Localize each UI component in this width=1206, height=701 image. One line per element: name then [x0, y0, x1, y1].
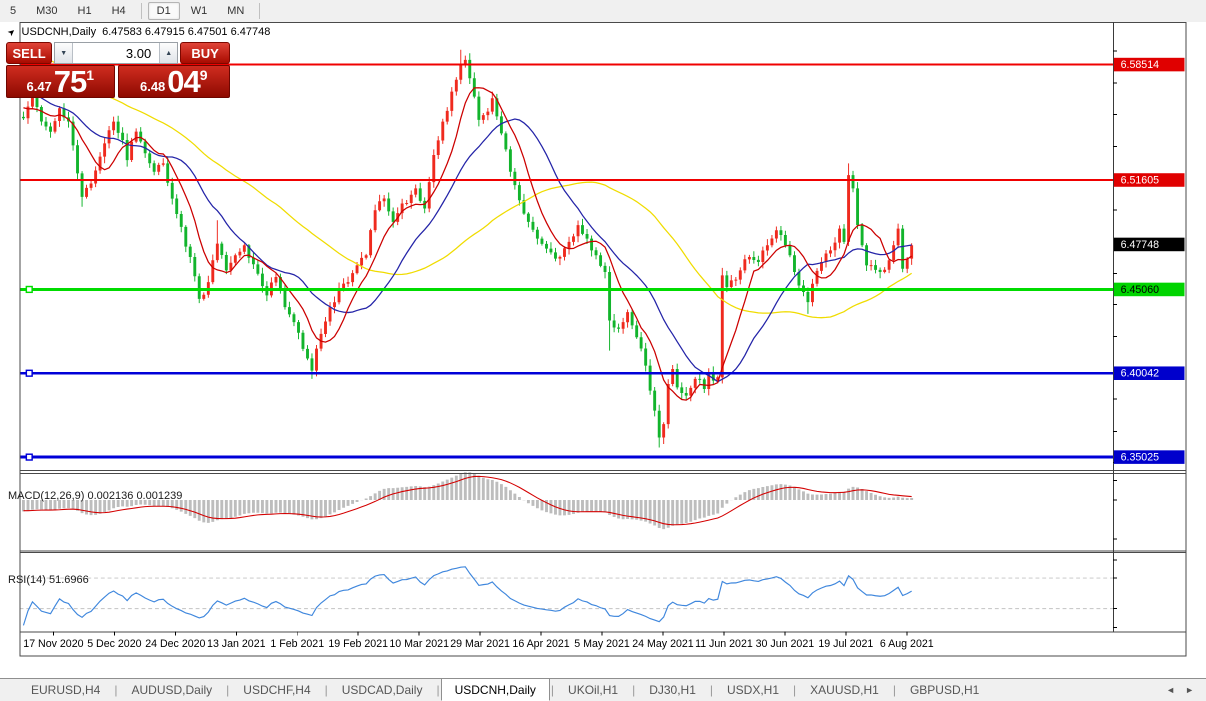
sell-price-prefix: 6.47	[26, 79, 51, 94]
buy-price-button[interactable]: 6.48 04 9	[118, 65, 230, 98]
spinner-up-icon: ▲	[165, 50, 172, 57]
date-label: 19 Jul 2021	[818, 638, 873, 650]
volume-increase-button[interactable]: ▲	[159, 43, 177, 63]
date-label: 6 Aug 2021	[880, 638, 934, 650]
date-label: 5 Dec 2020	[87, 638, 141, 650]
date-label: 11 Jun 2021	[695, 638, 753, 650]
buy-price-prefix: 6.48	[140, 79, 165, 94]
sell-price-sup: 1	[86, 67, 94, 83]
tabs-scroll-left-icon[interactable]: ◄	[1166, 685, 1175, 695]
volume-input[interactable]: 3.00	[73, 43, 159, 63]
toolbar-separator	[141, 3, 142, 19]
svg-text:6.58514: 6.58514	[1121, 59, 1159, 71]
mt4-terminal: { "toolbar": { "periods": [ {"label":"5"…	[0, 0, 1206, 700]
toolbar-separator	[259, 3, 260, 19]
sell-price-big: 75	[54, 67, 86, 97]
timeframe-button-D1[interactable]: D1	[148, 2, 180, 20]
date-label: 24 May 2021	[632, 638, 694, 650]
svg-text:6.45060: 6.45060	[1121, 284, 1159, 296]
buy-button[interactable]: BUY	[180, 42, 230, 64]
date-label: 17 Nov 2020	[23, 638, 83, 650]
timeframe-button-H4[interactable]: H4	[103, 2, 135, 20]
level-price-badge: 6.51605	[1114, 173, 1185, 187]
volume-stepper: ▼ 3.00 ▲	[54, 42, 178, 64]
chart-tab-EURUSD-H4[interactable]: EURUSD,H4	[18, 680, 113, 700]
sell-button[interactable]: SELL	[6, 42, 52, 64]
svg-text:6.40042: 6.40042	[1121, 368, 1159, 380]
chart-tab-USDX-H1[interactable]: USDX,H1	[714, 680, 792, 700]
svg-text:6.35025: 6.35025	[1121, 451, 1159, 463]
svg-text:6.47748: 6.47748	[1121, 239, 1159, 251]
date-label: 13 Jan 2021	[207, 638, 266, 650]
chart-tab-GBPUSD-H1[interactable]: GBPUSD,H1	[897, 680, 992, 700]
chart-tab-USDCHF-H4[interactable]: USDCHF,H4	[230, 680, 323, 700]
date-label: 10 Mar 2021	[389, 638, 449, 650]
svg-text:6.51605: 6.51605	[1121, 174, 1159, 186]
level-price-badge: 6.35025	[1114, 450, 1185, 464]
level-price-badge: 6.40042	[1114, 366, 1185, 380]
date-label: 1 Feb 2021	[270, 638, 324, 650]
volume-decrease-button[interactable]: ▼	[55, 43, 73, 63]
chart-tab-UKOil-H1[interactable]: UKOil,H1	[555, 680, 631, 700]
date-label: 24 Dec 2020	[145, 638, 205, 650]
price-chart[interactable]: 6.593356.574106.555406.536156.498206.460…	[0, 22, 1206, 678]
tab-scroll-buttons: ◄ ►	[1166, 685, 1206, 695]
timeframe-button-M30[interactable]: M30	[27, 2, 66, 20]
level-line-handle	[26, 287, 32, 293]
chart-tab-AUDUSD-Daily[interactable]: AUDUSD,Daily	[118, 680, 225, 700]
date-label: 19 Feb 2021	[328, 638, 388, 650]
sell-price-button[interactable]: 6.47 75 1	[6, 65, 115, 98]
buy-price-sup: 9	[200, 67, 208, 83]
timeframe-button-W1[interactable]: W1	[182, 2, 217, 20]
date-label: 30 Jun 2021	[756, 638, 815, 650]
timeframe-button-5[interactable]: 5	[1, 2, 25, 20]
date-label: 29 Mar 2021	[450, 638, 510, 650]
buy-price-big: 04	[167, 67, 199, 97]
spinner-down-icon: ▼	[60, 50, 67, 57]
chart-tab-USDCNH-Daily[interactable]: USDCNH,Daily	[441, 678, 550, 701]
chart-tab-DJ30-H1[interactable]: DJ30,H1	[636, 680, 709, 700]
date-label: 16 Apr 2021	[512, 638, 569, 650]
timeframe-button-H1[interactable]: H1	[69, 2, 101, 20]
level-line-handle	[26, 454, 32, 460]
chart-tab-USDCAD-Daily[interactable]: USDCAD,Daily	[329, 680, 436, 700]
timeframe-toolbar: 5M30H1H4 D1W1MN	[0, 0, 1206, 23]
chart-tabbar: EURUSD,H4|AUDUSD,Daily|USDCHF,H4|USDCAD,…	[0, 678, 1206, 701]
current-price-badge: 6.47748	[1114, 238, 1185, 252]
level-price-badge: 6.58514	[1114, 58, 1185, 72]
tabs-scroll-right-icon[interactable]: ►	[1185, 685, 1194, 695]
level-line-handle	[26, 370, 32, 376]
one-click-trading-panel: SELL ▼ 3.00 ▲ BUY 6.47 75 1 6.48 04 9	[6, 42, 230, 98]
timeframe-button-MN[interactable]: MN	[218, 2, 253, 20]
chart-tab-XAUUSD-H1[interactable]: XAUUSD,H1	[797, 680, 892, 700]
level-price-badge: 6.45060	[1114, 283, 1185, 297]
date-label: 5 May 2021	[574, 638, 630, 650]
